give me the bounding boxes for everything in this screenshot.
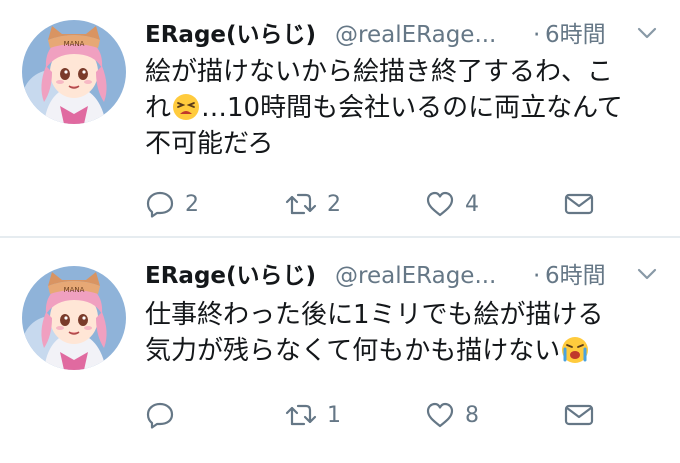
reply-icon bbox=[146, 191, 174, 218]
message-icon bbox=[564, 404, 594, 426]
tired-face-emoji-icon bbox=[173, 94, 200, 120]
direct-message-button[interactable] bbox=[563, 397, 595, 433]
message-icon bbox=[564, 193, 594, 215]
tweet-header: ERage(いらじ) @realERage... · 6時間 bbox=[145, 18, 660, 52]
like-button[interactable]: 4 bbox=[425, 186, 479, 222]
retweet-icon bbox=[285, 404, 317, 426]
like-count: 4 bbox=[465, 191, 479, 217]
svg-text:MANA: MANA bbox=[64, 40, 85, 48]
like-count: 8 bbox=[465, 402, 479, 428]
separator-dot: · bbox=[533, 263, 541, 289]
tweet-actions: 2 2 4 bbox=[145, 186, 665, 222]
tweet-line: 不可能だろ bbox=[145, 129, 274, 159]
timestamp[interactable]: 6時間 bbox=[545, 259, 606, 293]
chevron-down-icon[interactable] bbox=[637, 267, 657, 281]
retweet-icon bbox=[285, 193, 317, 215]
timestamp[interactable]: 6時間 bbox=[545, 18, 606, 52]
retweet-count: 1 bbox=[327, 402, 341, 428]
user-handle[interactable]: @realERage... bbox=[335, 259, 496, 293]
reply-count: 2 bbox=[185, 191, 199, 217]
separator-dot: · bbox=[533, 22, 541, 48]
tweet-header: ERage(いらじ) @realERage... · 6時間 bbox=[145, 259, 660, 293]
display-name[interactable]: ERage(いらじ) bbox=[145, 259, 316, 293]
tweet-line: 絵が描けないから絵描き終了するわ、こ bbox=[145, 57, 614, 87]
chevron-down-icon[interactable] bbox=[637, 26, 657, 40]
like-icon bbox=[426, 402, 454, 428]
crying-face-emoji-icon bbox=[562, 337, 589, 363]
avatar[interactable]: MANA bbox=[22, 266, 126, 370]
tweet-text: 仕事終わった後に1ミリでも絵が描ける 気力が残らなくて何もかも描けない bbox=[145, 297, 665, 369]
avatar[interactable]: MANA bbox=[22, 20, 126, 124]
tweet-line-with-emoji: れ …10時間も会社いるのに両立なんて bbox=[145, 90, 665, 126]
like-button[interactable]: 8 bbox=[425, 397, 479, 433]
display-name[interactable]: ERage(いらじ) bbox=[145, 18, 316, 52]
tweet[interactable]: MANA ERage(いらじ) @realERage... · 6時間 絵が描け… bbox=[0, 0, 680, 230]
svg-text:MANA: MANA bbox=[64, 286, 85, 294]
user-handle[interactable]: @realERage... bbox=[335, 18, 496, 52]
tweet-line-prefix: れ bbox=[145, 93, 172, 123]
tweet[interactable]: MANA ERage(いらじ) @realERage... · 6時間 仕事終わ… bbox=[0, 240, 680, 463]
tweet-line-text: 気力が残らなくて何もかも描けない bbox=[145, 336, 561, 366]
tweet-text: 絵が描けないから絵描き終了するわ、こ れ …10時間も会社いるのに両立なんて 不… bbox=[145, 54, 665, 162]
tweet-line-with-emoji: 気力が残らなくて何もかも描けない bbox=[145, 333, 665, 369]
reply-button[interactable] bbox=[145, 397, 185, 433]
direct-message-button[interactable] bbox=[563, 186, 595, 222]
tweet-line-rest: …10時間も会社いるのに両立なんて bbox=[201, 93, 623, 123]
reply-button[interactable]: 2 bbox=[145, 186, 199, 222]
reply-icon bbox=[146, 402, 174, 429]
tweet-divider bbox=[0, 236, 680, 238]
retweet-button[interactable]: 2 bbox=[285, 186, 341, 222]
retweet-button[interactable]: 1 bbox=[285, 397, 341, 433]
retweet-count: 2 bbox=[327, 191, 341, 217]
like-icon bbox=[426, 191, 454, 217]
tweet-actions: 1 8 bbox=[145, 397, 665, 433]
tweet-line: 仕事終わった後に1ミリでも絵が描ける bbox=[145, 300, 604, 330]
